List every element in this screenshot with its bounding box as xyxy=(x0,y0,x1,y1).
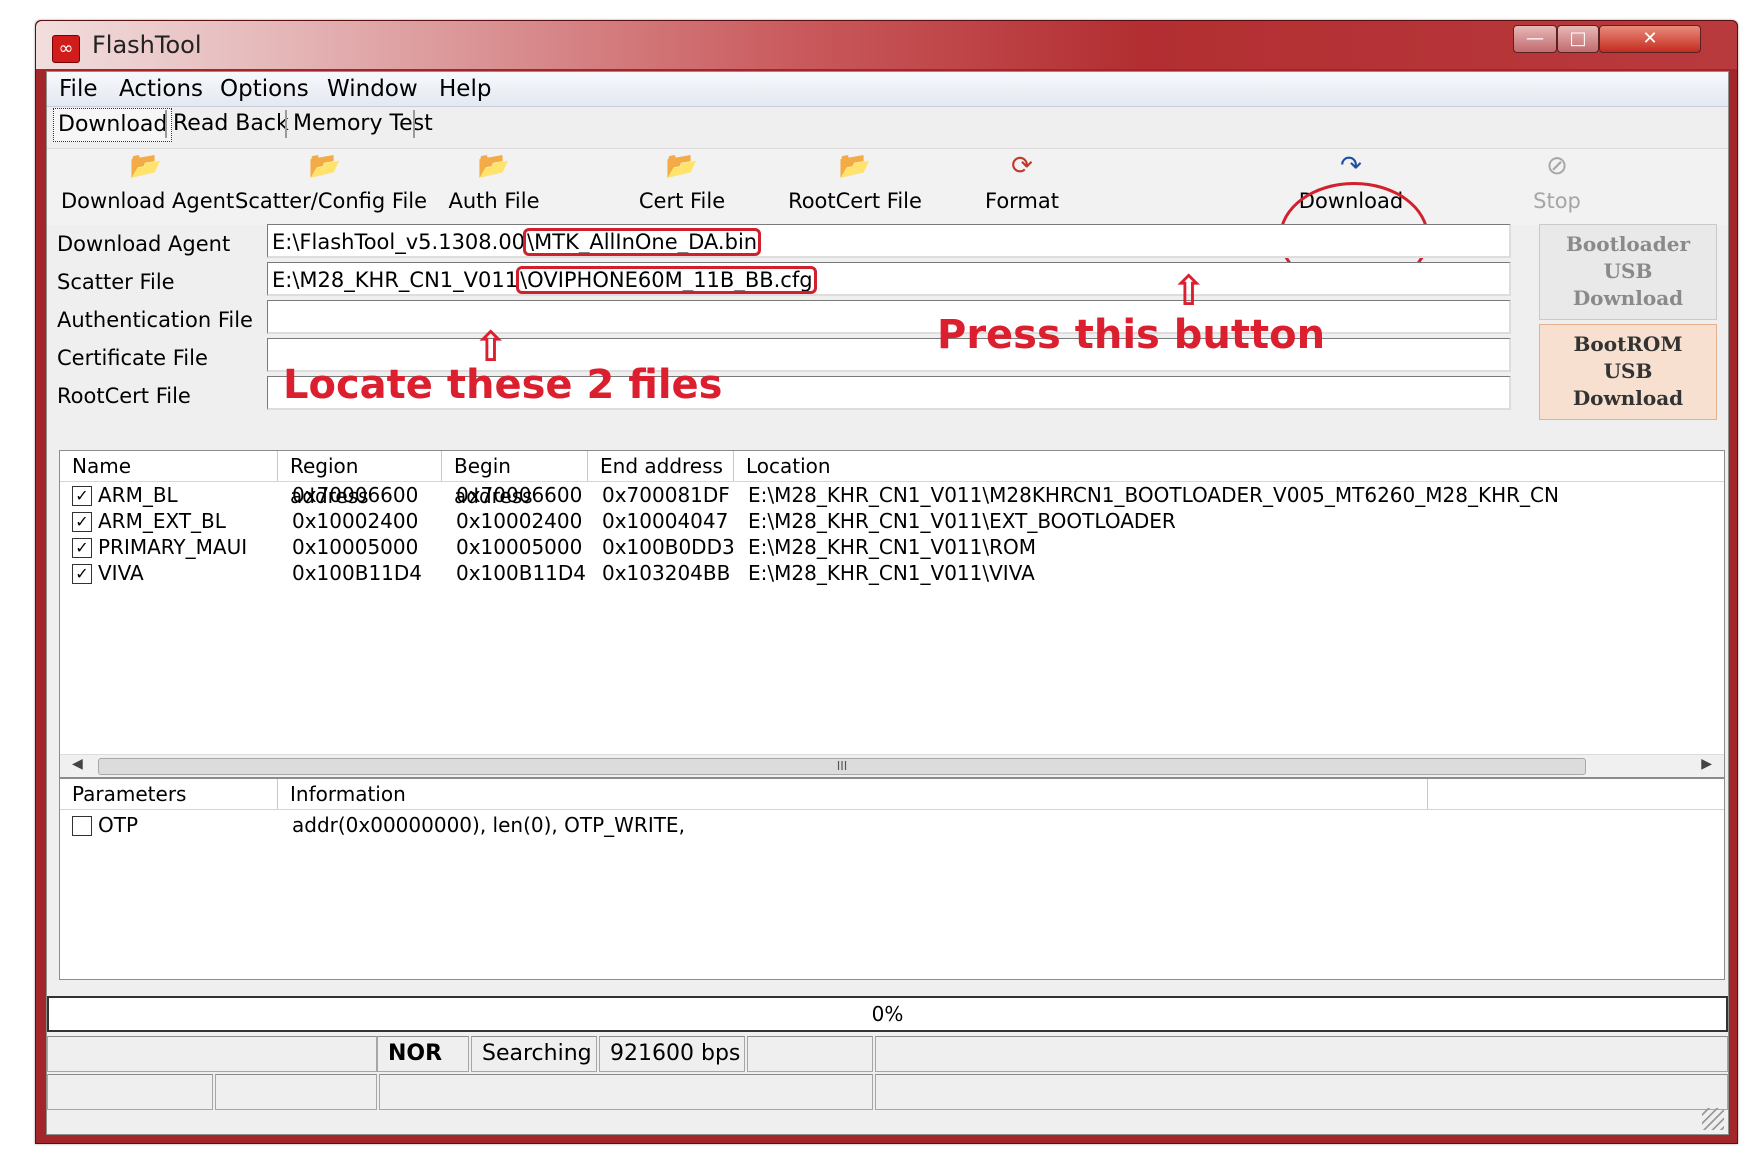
download-agent-label: Download Agent xyxy=(57,232,231,256)
stop-button[interactable]: ⊘ Stop xyxy=(1517,149,1597,225)
tab-read-back[interactable]: Read Back xyxy=(169,108,293,140)
column-header-parameters[interactable]: Parameters xyxy=(60,779,278,809)
window-title: FlashTool xyxy=(92,31,202,59)
menu-actions[interactable]: Actions xyxy=(119,76,203,102)
annotation-arrow-up-icon: ⇧ xyxy=(1171,266,1207,315)
download-agent-highlight: \MTK_AllInOne_DA.bin xyxy=(523,228,762,256)
column-header-end[interactable]: End address xyxy=(588,451,734,481)
download-agent-button[interactable]: 📂 Download Agent xyxy=(61,149,234,225)
tab-separator xyxy=(285,110,287,138)
download-arrow-icon: ↷ xyxy=(1340,151,1362,181)
rootcert-file-button[interactable]: 📂 RootCert File xyxy=(775,149,935,225)
close-button[interactable]: ✕ xyxy=(1599,25,1701,53)
status-bar: NOR Searching 921600 bps xyxy=(47,1036,1728,1134)
parameters-header: Parameters Information xyxy=(60,779,1724,810)
partition-table: Name Region address Begin address End ad… xyxy=(59,450,1725,778)
scatter-config-button[interactable]: 📂 Scatter/Config File xyxy=(235,149,427,225)
status-baud-rate: 921600 bps xyxy=(599,1036,745,1072)
folder-open-icon: 📂 xyxy=(477,151,511,181)
column-header-region[interactable]: Region address xyxy=(278,451,442,508)
progress-bar: 0% xyxy=(47,996,1728,1032)
tab-separator xyxy=(413,110,415,138)
folder-open-icon: 📂 xyxy=(129,151,163,181)
menu-bar: File Actions Options Window Help xyxy=(47,72,1728,107)
column-header-begin[interactable]: Begin address xyxy=(442,451,588,508)
scroll-right-icon[interactable]: ▶ xyxy=(1701,756,1712,772)
cert-file-button[interactable]: 📂 Cert File xyxy=(627,149,737,225)
folder-open-icon: 📂 xyxy=(838,151,872,181)
annotation-locate-files: Locate these 2 files xyxy=(283,362,723,408)
menu-options[interactable]: Options xyxy=(220,76,309,102)
minimize-button[interactable]: — xyxy=(1513,25,1557,53)
column-header-information[interactable]: Information xyxy=(278,779,1428,809)
format-icon: ⟳ xyxy=(1011,151,1033,181)
tab-separator xyxy=(165,110,167,138)
toolbar: 📂 Download Agent 📂 Scatter/Config File 📂… xyxy=(47,148,1728,225)
horizontal-scrollbar[interactable]: ◀ III ▶ xyxy=(60,754,1724,777)
bootloader-usb-download-button[interactable]: Bootloader USB Download xyxy=(1539,224,1717,320)
row-checkbox[interactable]: ✓ xyxy=(72,564,92,584)
authentication-file-label: Authentication File xyxy=(57,308,253,332)
rootcert-file-label: RootCert File xyxy=(57,384,191,408)
folder-open-icon: 📂 xyxy=(665,151,699,181)
status-cell xyxy=(215,1074,377,1110)
row-checkbox[interactable]: ✓ xyxy=(72,538,92,558)
status-cell xyxy=(47,1036,377,1072)
auth-file-button[interactable]: 📂 Auth File xyxy=(439,149,549,225)
status-cell xyxy=(379,1074,873,1110)
menu-help[interactable]: Help xyxy=(439,76,491,102)
resize-grip-icon[interactable] xyxy=(1702,1108,1724,1130)
tab-strip: Download Read Back Memory Test xyxy=(53,108,1723,144)
tab-download[interactable]: Download xyxy=(53,108,173,142)
flashtool-app-icon: ∞ xyxy=(52,35,80,63)
status-cell xyxy=(47,1074,213,1110)
menu-window[interactable]: Window xyxy=(327,76,418,102)
scatter-file-highlight: \OVIPHONE60M_11B_BB.cfg xyxy=(516,266,817,294)
maximize-button[interactable]: □ xyxy=(1557,25,1599,53)
scroll-left-icon[interactable]: ◀ xyxy=(72,756,83,772)
table-row[interactable]: ✓ PRIMARY_MAUI 0x10005000 0x10005000 0x1… xyxy=(60,533,1724,562)
client-area: File Actions Options Window Help Downloa… xyxy=(46,71,1729,1135)
download-agent-field[interactable]: E:\FlashTool_v5.1308.00\MTK_AllInOne_DA.… xyxy=(267,224,1511,258)
format-button[interactable]: ⟳ Format xyxy=(977,149,1067,225)
status-cell xyxy=(747,1036,873,1072)
table-row[interactable]: ✓ VIVA 0x100B11D4 0x100B11D4 0x103204BB … xyxy=(60,559,1724,588)
status-cell xyxy=(875,1074,1728,1110)
annotation-press-button: Press this button xyxy=(937,312,1326,358)
flashtool-window: ∞ FlashTool — □ ✕ File Actions Options W… xyxy=(35,20,1738,1144)
folder-open-icon: 📂 xyxy=(308,151,342,181)
bootrom-usb-download-button[interactable]: BootROM USB Download xyxy=(1539,324,1717,420)
column-header-name[interactable]: Name xyxy=(60,451,278,481)
scroll-thumb[interactable]: III xyxy=(98,758,1586,775)
row-checkbox[interactable]: ✓ xyxy=(72,486,92,506)
status-memory-type: NOR xyxy=(377,1036,469,1072)
status-state: Searching xyxy=(471,1036,597,1072)
status-cell xyxy=(875,1036,1728,1072)
column-header-location[interactable]: Location xyxy=(734,451,1724,481)
table-row[interactable]: ✓ ARM_EXT_BL 0x10002400 0x10002400 0x100… xyxy=(60,507,1724,536)
scatter-file-label: Scatter File xyxy=(57,270,175,294)
certificate-file-label: Certificate File xyxy=(57,346,208,370)
parameter-row[interactable]: OTP addr(0x00000000), len(0), OTP_WRITE, xyxy=(60,811,1724,840)
table-row[interactable]: ✓ ARM_BL 0x70006600 0x70006600 0x700081D… xyxy=(60,481,1724,510)
progress-text: 0% xyxy=(871,1002,904,1026)
row-checkbox[interactable]: ✓ xyxy=(72,512,92,532)
title-bar[interactable]: ∞ FlashTool — □ ✕ xyxy=(36,21,1737,69)
parameters-table: Parameters Information OTP addr(0x000000… xyxy=(59,778,1725,980)
scatter-file-field[interactable]: E:\M28_KHR_CN1_V011\OVIPHONE60M_11B_BB.c… xyxy=(267,262,1511,296)
table-header: Name Region address Begin address End ad… xyxy=(60,451,1724,508)
stop-icon: ⊘ xyxy=(1546,151,1568,181)
otp-checkbox[interactable] xyxy=(72,816,92,836)
menu-file[interactable]: File xyxy=(59,76,98,102)
